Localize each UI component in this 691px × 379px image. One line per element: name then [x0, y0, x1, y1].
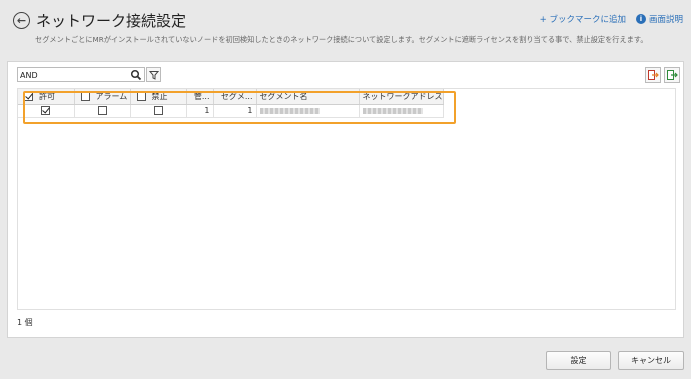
cancel-button[interactable]: キャンセル — [618, 351, 684, 370]
row-count: 1 個 — [17, 318, 33, 327]
import-icon — [648, 70, 659, 80]
main-panel: 許可 アラーム 禁止 管... セグメ... セグメント名 ネットワークアドレス — [7, 61, 684, 338]
export-button[interactable] — [664, 67, 680, 83]
mgmt-cell: 1 — [186, 104, 214, 118]
table-row[interactable]: 1 1 — [18, 104, 444, 118]
col-alarm-label: アラーム — [95, 91, 128, 101]
segment-table: 許可 アラーム 禁止 管... セグメ... セグメント名 ネットワークアドレス — [18, 89, 444, 118]
allow-all-checkbox[interactable] — [24, 91, 33, 101]
allow-checkbox[interactable] — [41, 106, 51, 115]
add-bookmark-link[interactable]: + ブックマークに追加 — [540, 13, 626, 25]
col-block-header[interactable]: 禁止 — [130, 89, 187, 105]
col-segment-header[interactable]: セグメ... — [213, 89, 257, 105]
alarm-all-checkbox[interactable] — [80, 91, 90, 101]
info-icon: i — [635, 14, 646, 24]
segment-name-cell — [256, 104, 360, 118]
allow-cell[interactable] — [18, 104, 75, 118]
segment-cell: 1 — [213, 104, 257, 118]
table-header-row: 許可 アラーム 禁止 管... セグメ... セグメント名 ネットワークアドレス — [18, 89, 444, 105]
help-link[interactable]: i 画面説明 — [635, 13, 683, 25]
import-button[interactable] — [645, 67, 661, 83]
filter-button[interactable] — [146, 67, 161, 82]
col-segment-name-header[interactable]: セグメント名 — [256, 89, 360, 105]
back-arrow-icon[interactable]: ← — [13, 12, 30, 29]
col-block-label: 禁止 — [151, 91, 168, 101]
search-icon[interactable] — [130, 69, 142, 81]
filter-icon — [148, 70, 159, 80]
help-link-label: 画面説明 — [648, 15, 683, 25]
redacted-network-address — [362, 107, 423, 114]
alarm-checkbox[interactable] — [97, 106, 107, 115]
header-bar: ← ネットワーク接続設定 + ブックマークに追加 i 画面説明 セグメントごとに… — [0, 0, 691, 50]
segment-grid: 許可 アラーム 禁止 管... セグメ... セグメント名 ネットワークアドレス — [17, 88, 676, 310]
col-allow-label: 許可 — [39, 91, 55, 101]
header-links: + ブックマークに追加 i 画面説明 — [540, 13, 683, 25]
col-network-address-header[interactable]: ネットワークアドレス — [359, 89, 444, 105]
block-all-checkbox[interactable] — [136, 91, 146, 101]
page-description: セグメントごとにMRがインストールされていないノードを初回検知したときのネットワ… — [35, 35, 648, 44]
redacted-segment-name — [259, 107, 320, 114]
export-icon — [667, 70, 678, 80]
network-address-cell — [359, 104, 444, 118]
col-mgmt-header[interactable]: 管... — [186, 89, 214, 105]
ok-button[interactable]: 設定 — [546, 351, 611, 370]
block-checkbox[interactable] — [153, 106, 163, 115]
page-title: ネットワーク接続設定 — [36, 12, 187, 30]
col-alarm-header[interactable]: アラーム — [74, 89, 131, 105]
block-cell[interactable] — [130, 104, 187, 118]
search-box — [17, 67, 145, 82]
col-allow-header[interactable]: 許可 — [18, 89, 75, 105]
alarm-cell[interactable] — [74, 104, 131, 118]
search-input[interactable] — [20, 69, 125, 81]
